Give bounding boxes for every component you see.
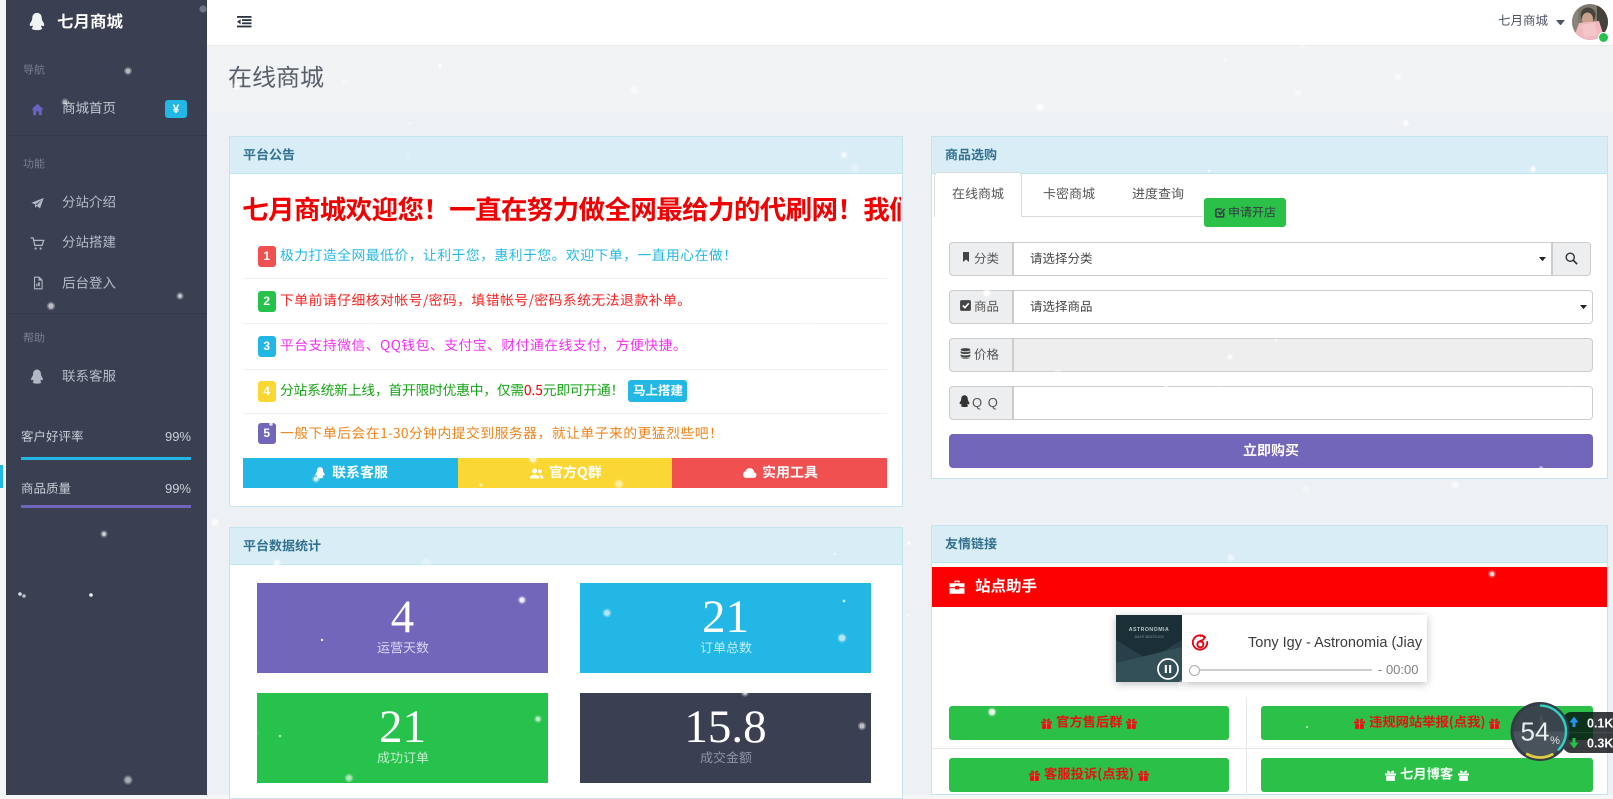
svg-text:%: % [1550, 735, 1560, 747]
svg-text:0.1K: 0.1K [1587, 717, 1613, 731]
svg-text:0.3K: 0.3K [1587, 737, 1613, 751]
svg-text:JIAYE BOOTLEG: JIAYE BOOTLEG [1134, 635, 1164, 639]
svg-text:54: 54 [1521, 717, 1550, 747]
svg-text:ASTRONOMIA: ASTRONOMIA [1129, 627, 1169, 633]
